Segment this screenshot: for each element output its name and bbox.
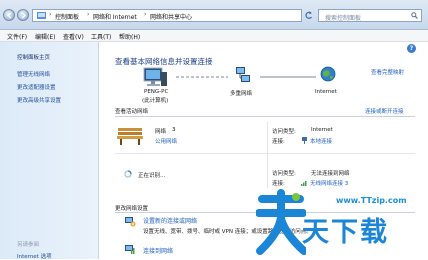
left-navigation-pane: 控制面板主页 管理无线网络 更改适配器设置 更改高级共享设置 另请参阅 Inte… [0, 42, 99, 260]
wireless-signal-icon [301, 181, 307, 186]
access-type-label: 访问类型: [272, 129, 296, 135]
full-map-link[interactable]: 查看完整映射 [371, 68, 404, 76]
column-separator [267, 122, 268, 188]
advanced-sharing-link[interactable]: 更改高级共享设置 [17, 96, 61, 104]
network-type-link[interactable]: 公用网络 [155, 137, 177, 145]
breadcrumb[interactable]: › 控制面板 › 网络和 Internet › 网络和共享中心 [32, 9, 302, 22]
menu-bar: 文件(F) 编辑(E) 查看(V) 工具(T) 帮助(H) [0, 30, 428, 42]
multiple-networks-label: 多重网络 [230, 91, 253, 97]
section-divider [115, 116, 415, 117]
change-adapter-link[interactable]: 更改适配器设置 [17, 83, 56, 91]
watermark-logo [256, 189, 306, 255]
active-networks-heading: 查看活动网络 [115, 109, 149, 115]
loading-spinner-icon [124, 170, 132, 178]
address-bar: › 控制面板 › 网络和 Internet › 网络和共享中心 搜索控制面板 [0, 0, 428, 30]
setup-new-connection-link[interactable]: 设置新的连接或网络 [143, 216, 197, 225]
search-placeholder: 搜索控制面板 [325, 15, 362, 22]
connect-to-network-link[interactable]: 连接到网络 [143, 246, 173, 255]
watermark-url: www.TTzip.com [336, 196, 407, 205]
identifying-status: 正在识别... [138, 173, 166, 179]
internet-label: Internet [315, 89, 337, 95]
breadcrumb-control-panel[interactable]: 控制面板 [55, 12, 79, 21]
access-type-value: Internet [311, 127, 333, 133]
control-panel-home-link[interactable]: 控制面板主页 [17, 53, 50, 61]
new-connection-icon [125, 217, 136, 227]
search-icon [411, 12, 418, 19]
connect-disconnect-link[interactable]: 连接或断开连接 [365, 107, 404, 115]
connection-label-2: 连接: [272, 181, 285, 187]
multiple-networks-icon [236, 67, 250, 82]
chevron-right-icon: › [87, 11, 90, 18]
refresh-icon[interactable] [304, 9, 314, 22]
breadcrumb-network-internet[interactable]: 网络和 Internet [93, 12, 137, 21]
manage-wireless-link[interactable]: 管理无线网络 [17, 70, 50, 78]
connect-network-icon [125, 245, 135, 254]
see-also-heading: 另请参阅 [17, 242, 40, 248]
control-panel-icon [37, 12, 46, 19]
pc-sub-label: (此计算机) [142, 98, 169, 104]
search-input[interactable]: 搜索控制面板 [318, 9, 422, 22]
connection-line [260, 76, 316, 78]
local-connection-link[interactable]: 本地连接 [310, 137, 332, 145]
wireless-connection-link[interactable]: 无线网络连接 3 [310, 179, 348, 187]
help-icon[interactable]: ? [407, 44, 416, 53]
connection-label: 连接: [272, 139, 285, 145]
access-type-value-2: 无法连接到网络 [311, 171, 350, 177]
globe-icon [320, 66, 336, 82]
menu-edit[interactable]: 编辑(E) [35, 32, 55, 41]
access-type-label-2: 访问类型: [272, 171, 296, 177]
network-number: 3 [172, 127, 176, 133]
pc-name-label: PENG-PC [144, 89, 169, 95]
forward-button[interactable] [17, 9, 29, 21]
change-settings-heading: 更改网络设置 [115, 206, 149, 212]
connection-line [176, 76, 228, 78]
back-button[interactable] [3, 9, 15, 21]
menu-help[interactable]: 帮助(H) [119, 32, 140, 41]
network-name: 网络 [155, 129, 167, 135]
menu-file[interactable]: 文件(F) [7, 32, 27, 41]
chevron-right-icon: › [49, 11, 52, 18]
breadcrumb-network-sharing[interactable]: 网络和共享中心 [150, 12, 192, 21]
chevron-right-icon: › [144, 11, 147, 18]
bench-icon [117, 128, 143, 145]
watermark-brand: 天下载 [302, 217, 389, 248]
menu-tools[interactable]: 工具(T) [91, 32, 111, 41]
wired-connection-icon [302, 137, 307, 144]
menu-view[interactable]: 查看(V) [63, 32, 84, 41]
row-divider [115, 153, 415, 154]
